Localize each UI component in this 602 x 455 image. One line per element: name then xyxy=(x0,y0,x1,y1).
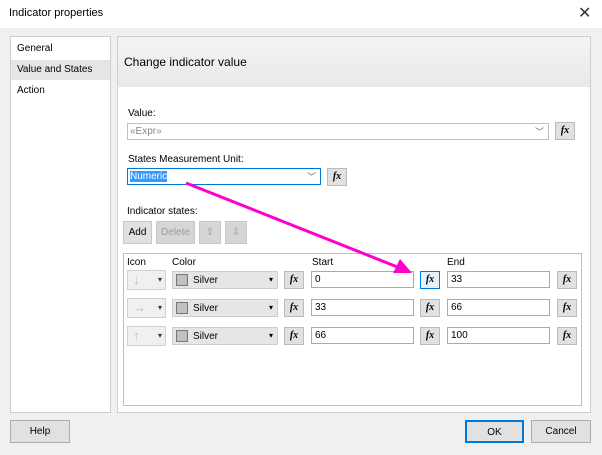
annotation-arrow xyxy=(185,181,412,273)
